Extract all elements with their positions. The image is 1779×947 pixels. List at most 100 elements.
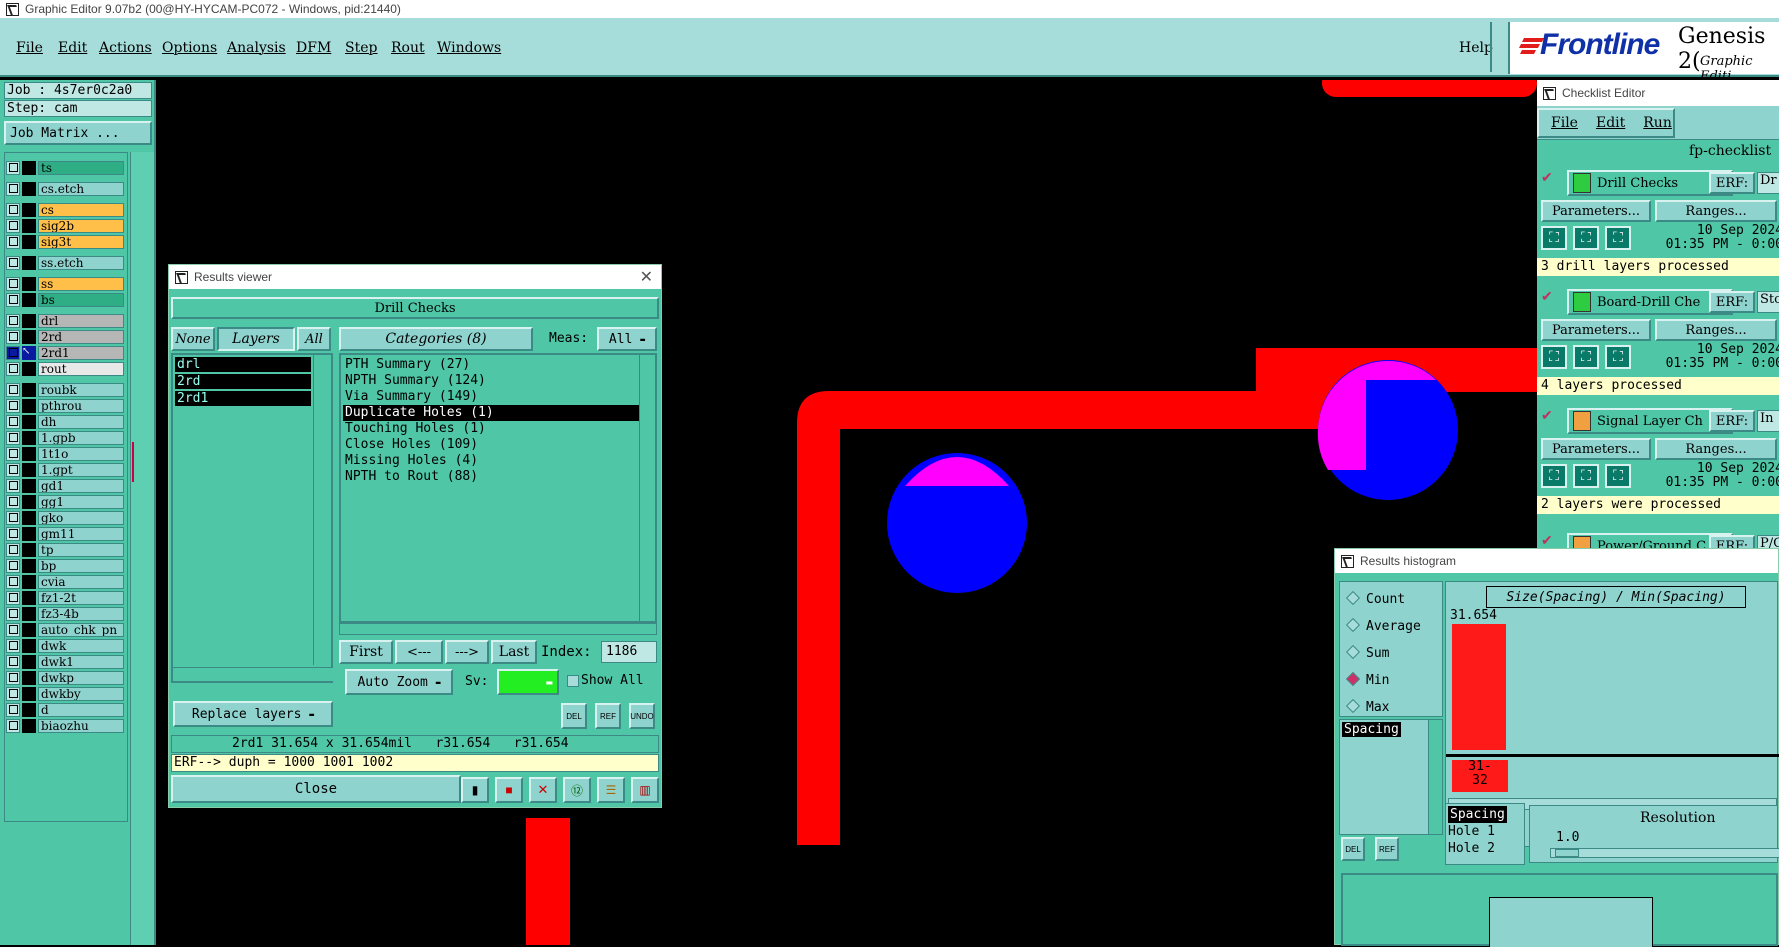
layer-name[interactable]: gd1 bbox=[38, 478, 124, 493]
layer-name[interactable]: biaozhu bbox=[38, 718, 124, 733]
prev-button[interactable]: <--- bbox=[395, 640, 443, 664]
layer-row-gko[interactable]: gko bbox=[6, 510, 124, 525]
layer-name[interactable]: gm11 bbox=[38, 526, 124, 541]
checklist-menu-run[interactable]: Run bbox=[1643, 115, 1672, 131]
run-icon[interactable]: ⛶ bbox=[1541, 226, 1567, 250]
run-icon[interactable]: ⛶ bbox=[1541, 345, 1567, 369]
layer-name[interactable]: drl bbox=[38, 313, 124, 328]
run-step-icon[interactable]: ⛶ bbox=[1573, 345, 1599, 369]
layer-checkbox[interactable] bbox=[6, 558, 20, 573]
erf-field[interactable]: Sto bbox=[1757, 291, 1779, 313]
erf-button[interactable]: ERF: bbox=[1709, 172, 1755, 194]
meas-select[interactable]: All ▬ bbox=[597, 327, 657, 351]
layer-name[interactable]: dwkby bbox=[38, 686, 124, 701]
layer-checkbox[interactable] bbox=[6, 686, 20, 701]
layer-affected-indicator[interactable] bbox=[22, 160, 36, 175]
run-all-icon[interactable]: ⛶ bbox=[1605, 226, 1631, 250]
stat-option-min[interactable]: Min bbox=[1345, 667, 1421, 694]
all-button[interactable]: All bbox=[297, 327, 331, 351]
layer-affected-indicator[interactable] bbox=[22, 430, 36, 445]
check-mark-icon[interactable]: ✔ bbox=[1541, 408, 1553, 424]
field-item[interactable]: Spacing bbox=[1448, 806, 1507, 823]
layer-checkbox[interactable] bbox=[6, 510, 20, 525]
layer-affected-indicator[interactable] bbox=[22, 654, 36, 669]
layer-checkbox[interactable] bbox=[6, 313, 20, 328]
layer-checkbox[interactable] bbox=[6, 218, 20, 233]
result-layer-item[interactable]: 2rd bbox=[175, 374, 311, 389]
ranges-button[interactable]: Ranges... bbox=[1655, 319, 1777, 341]
layer-affected-indicator[interactable] bbox=[22, 622, 36, 637]
layer-checkbox[interactable] bbox=[6, 276, 20, 291]
erf-button[interactable]: ERF: bbox=[1709, 291, 1755, 313]
layer-name[interactable]: cs bbox=[38, 202, 124, 217]
layer-checkbox[interactable] bbox=[6, 255, 20, 270]
category-vscroll[interactable] bbox=[639, 355, 655, 621]
menu-windows[interactable]: Windows bbox=[437, 40, 501, 56]
layer-affected-indicator[interactable] bbox=[22, 181, 36, 196]
menu-file[interactable]: File bbox=[16, 40, 43, 56]
radio-icon[interactable] bbox=[1345, 698, 1361, 714]
layer-name[interactable]: tp bbox=[38, 542, 124, 557]
menu-options[interactable]: Options bbox=[162, 40, 217, 56]
ref-button[interactable]: REF bbox=[595, 703, 621, 729]
layer-affected-indicator[interactable] bbox=[22, 542, 36, 557]
run-all-icon[interactable]: ⛶ bbox=[1605, 345, 1631, 369]
layer-affected-indicator[interactable] bbox=[22, 218, 36, 233]
layer-affected-indicator[interactable] bbox=[22, 606, 36, 621]
category-item[interactable]: NPTH to Rout (88) bbox=[343, 469, 639, 485]
measure-list[interactable]: Spacing bbox=[1339, 719, 1443, 835]
field-item[interactable]: Hole 1 bbox=[1448, 823, 1507, 840]
check-mark-icon[interactable]: ✔ bbox=[1541, 289, 1553, 305]
layer-row-bp[interactable]: bp bbox=[6, 558, 124, 573]
layer-name[interactable]: sig2b bbox=[38, 218, 124, 233]
layer-row-dwkp[interactable]: dwkp bbox=[6, 670, 124, 685]
layer-affected-indicator[interactable] bbox=[22, 414, 36, 429]
hist-ref-button[interactable]: REF bbox=[1375, 837, 1399, 861]
layer-name[interactable]: rout bbox=[38, 361, 124, 376]
stat-option-sum[interactable]: Sum bbox=[1345, 640, 1421, 667]
stat-option-max[interactable]: Max bbox=[1345, 694, 1421, 721]
none-button[interactable]: None bbox=[171, 327, 215, 351]
layer-checkbox[interactable] bbox=[6, 654, 20, 669]
layer-row-cs.etch[interactable]: cs.etch bbox=[6, 181, 124, 196]
close-button[interactable]: Close bbox=[171, 775, 461, 803]
layer-name[interactable]: dh bbox=[38, 414, 124, 429]
next-button[interactable]: ---> bbox=[445, 640, 489, 664]
hist-del-button[interactable]: DEL bbox=[1341, 837, 1365, 861]
layer-name[interactable]: 1.gpb bbox=[38, 430, 124, 445]
layer-affected-indicator[interactable] bbox=[22, 446, 36, 461]
last-button[interactable]: Last bbox=[491, 640, 537, 664]
run-step-icon[interactable]: ⛶ bbox=[1573, 464, 1599, 488]
layer-row-ss[interactable]: ss bbox=[6, 276, 124, 291]
layer-checkbox[interactable] bbox=[6, 462, 20, 477]
layer-name[interactable]: d bbox=[38, 702, 124, 717]
layer-row-pthrou[interactable]: pthrou bbox=[6, 398, 124, 413]
layer-affected-indicator[interactable] bbox=[22, 398, 36, 413]
layer-row-cvia[interactable]: cvia bbox=[6, 574, 124, 589]
resolution-slider-thumb[interactable] bbox=[1555, 849, 1579, 857]
run-step-icon[interactable]: ⛶ bbox=[1573, 226, 1599, 250]
layer-affected-indicator[interactable] bbox=[22, 255, 36, 270]
layer-list-hscroll[interactable] bbox=[173, 667, 333, 681]
layer-affected-indicator[interactable] bbox=[22, 702, 36, 717]
layer-affected-indicator[interactable] bbox=[22, 670, 36, 685]
layer-affected-indicator[interactable] bbox=[22, 686, 36, 701]
layer-name[interactable]: dwk1 bbox=[38, 654, 124, 669]
result-layer-item[interactable]: drl bbox=[175, 357, 311, 372]
first-button[interactable]: First bbox=[339, 640, 393, 664]
close-icon[interactable]: ✕ bbox=[640, 267, 653, 287]
flag-icon[interactable]: ▮ bbox=[461, 777, 489, 803]
layers-button[interactable]: Layers bbox=[217, 327, 295, 351]
layer-row-d[interactable]: d bbox=[6, 702, 124, 717]
layer-checkbox[interactable] bbox=[6, 574, 20, 589]
layer-list-vscroll[interactable] bbox=[313, 355, 331, 665]
layer-checkbox[interactable] bbox=[6, 718, 20, 733]
layer-affected-indicator[interactable]: ↖ bbox=[22, 345, 36, 360]
layer-row-dwk[interactable]: dwk bbox=[6, 638, 124, 653]
job-matrix-button[interactable]: Job Matrix ... bbox=[4, 121, 152, 145]
layer-row-dwk1[interactable]: dwk1 bbox=[6, 654, 124, 669]
layer-checkbox[interactable] bbox=[6, 398, 20, 413]
radio-icon[interactable] bbox=[1345, 617, 1361, 633]
layer-row-gd1[interactable]: gd1 bbox=[6, 478, 124, 493]
layer-name[interactable]: fz3-4b bbox=[38, 606, 124, 621]
